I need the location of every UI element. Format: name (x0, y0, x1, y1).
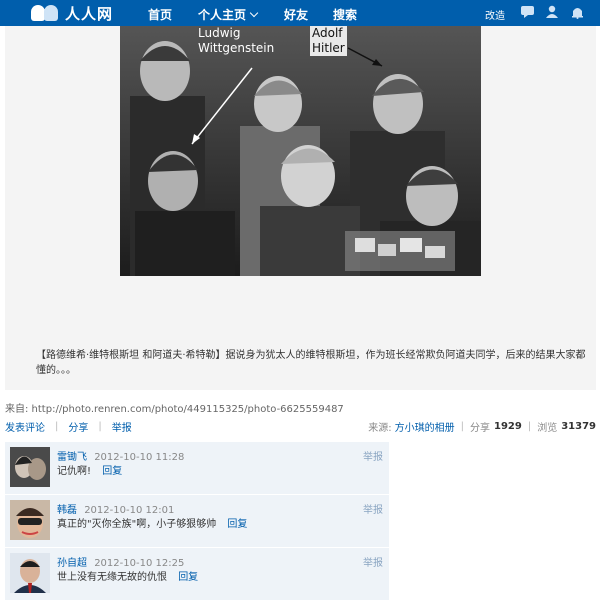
report-comment-link[interactable]: 举报 (363, 448, 383, 463)
logo-text: 人人网 (65, 4, 114, 23)
report-link[interactable]: 举报 (112, 419, 132, 434)
reply-link[interactable]: 回复 (178, 572, 198, 583)
photo-panel: Ludwig Wittgenstein Adolf Hitler 【路德维希·维… (5, 26, 596, 390)
nav-search[interactable]: 搜索 (333, 6, 357, 23)
comment-item: 雷锄飞 2012-10-10 11:28 记仇啊! 回复 举报 (5, 442, 389, 495)
share-count-label: 分享 (469, 423, 490, 434)
renren-logo-icon (30, 4, 62, 22)
avatar[interactable] (10, 500, 50, 540)
reply-link[interactable]: 回复 (227, 519, 247, 530)
comment-body: 真正的"灭你全族"啊，小子够狠够帅 回复 (57, 515, 247, 530)
photo-actions: 发表评论 | 分享 | 举报 (5, 419, 132, 434)
divider: | (527, 421, 532, 432)
comment-header: 韩磊 2012-10-10 12:01 (57, 501, 174, 516)
report-comment-link[interactable]: 举报 (363, 501, 383, 516)
renren-logo[interactable]: 人人网 (30, 3, 113, 23)
photo-illustration (120, 26, 481, 276)
comment-text: 真正的"灭你全族"啊，小子够狠够帅 (57, 519, 217, 530)
wittgenstein-last-name: Wittgenstein (198, 41, 275, 55)
post-comment-link[interactable]: 发表评论 (5, 419, 45, 434)
top-navigation-bar: 人人网 首页 个人主页 好友 搜索 改造 (0, 0, 600, 26)
comment-header: 雷锄飞 2012-10-10 11:28 (57, 448, 184, 463)
nav-friends[interactable]: 好友 (284, 6, 308, 23)
comment-header: 孙自超 2012-10-10 12:25 (57, 554, 184, 569)
avatar[interactable] (10, 553, 50, 593)
nav-home[interactable]: 首页 (148, 6, 172, 23)
comment-item: 孙自超 2012-10-10 12:25 世上没有无缘无故的仇恨 回复 举报 (5, 548, 389, 601)
views-count-label: 浏览 (537, 423, 558, 434)
views-count: 31379 (561, 421, 596, 432)
avatar[interactable] (10, 447, 50, 487)
message-icon[interactable] (520, 5, 535, 19)
source-album-link[interactable]: 方小琪的相册 (395, 419, 455, 434)
share-count: 1929 (493, 421, 522, 432)
comment-text: 记仇啊! (57, 466, 92, 477)
avatar-image (10, 553, 50, 593)
avatar-image (10, 447, 50, 487)
avatar-image (10, 500, 50, 540)
hitler-first-name: Adolf (312, 26, 343, 40)
divider: | (55, 421, 59, 432)
nav-right-link[interactable]: 改造 (485, 7, 505, 22)
hitler-label: Adolf Hitler (310, 26, 347, 56)
divider: | (460, 421, 464, 432)
comment-body: 记仇啊! 回复 (57, 462, 122, 477)
reply-link[interactable]: 回复 (102, 466, 122, 477)
divider: | (98, 421, 102, 432)
wittgenstein-first-name: Ludwig (198, 26, 241, 40)
share-link[interactable]: 分享 (68, 419, 88, 434)
friend-request-icon[interactable] (545, 5, 560, 19)
comment-item: 韩磊 2012-10-10 12:01 真正的"灭你全族"啊，小子够狠够帅 回复… (5, 495, 389, 548)
comment-list: 雷锄飞 2012-10-10 11:28 记仇啊! 回复 举报 韩磊 2012-… (5, 442, 389, 601)
historical-class-photo[interactable]: Ludwig Wittgenstein Adolf Hitler (120, 26, 481, 276)
nav-profile[interactable]: 个人主页 (198, 6, 259, 23)
photo-caption: 【路德维希·维特根斯坦 和阿道夫·希特勒】据说身为犹太人的维特根斯坦，作为班长经… (36, 350, 586, 376)
wittgenstein-label: Ludwig Wittgenstein (198, 26, 274, 56)
photo-source-url: 来自: http://photo.renren.com/photo/449115… (5, 404, 344, 415)
report-comment-link[interactable]: 举报 (363, 554, 383, 569)
hitler-last-name: Hitler (312, 41, 345, 55)
source-label: 来源: (368, 423, 392, 434)
comment-text: 世上没有无缘无故的仇恨 (57, 572, 167, 583)
photo-meta: 来源: 方小琪的相册 | 分享 1929 | 浏览 31379 (368, 419, 596, 434)
chevron-down-icon (249, 8, 259, 18)
nav-profile-label: 个人主页 (198, 8, 247, 22)
notification-bell-icon[interactable] (570, 5, 585, 19)
comment-body: 世上没有无缘无故的仇恨 回复 (57, 568, 198, 583)
